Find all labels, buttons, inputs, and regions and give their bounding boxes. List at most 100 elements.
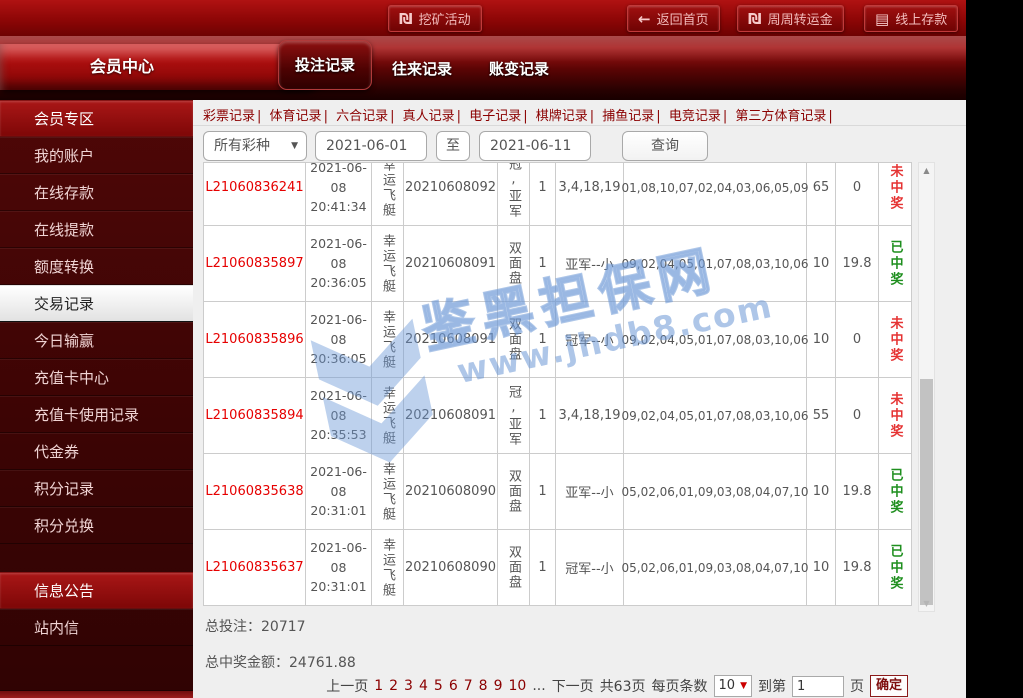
scroll-up-arrow[interactable]: ▲ [919,163,934,178]
separator: | [390,109,394,124]
order-id-link[interactable]: L21060836241 [203,162,306,226]
page-link-8[interactable]: 8 [479,678,488,694]
tab-bet-records[interactable]: 投注记录 [278,40,372,90]
per-page-label: 每页条数 [652,676,708,696]
sidebar-bottom-band [0,690,193,698]
bet-count: 1 [530,378,556,454]
order-id-link[interactable]: L21060835638 [203,454,306,530]
bet-count: 1 [530,454,556,530]
order-id-link[interactable]: L21060835896 [203,302,306,378]
goto-page-input[interactable] [792,676,844,697]
nav-live-records[interactable]: 真人记录 [403,109,455,124]
tab-transfer-records[interactable]: 往来记录 [392,58,452,79]
scrollbar-thumb[interactable] [920,379,933,605]
next-page-link[interactable]: 下一页 [552,676,594,696]
play-detail: 冠军--小 [556,530,624,606]
confirm-button[interactable]: 确定 [870,675,908,697]
sidebar-item-online-deposit[interactable]: 在线存款 [0,174,193,211]
table-scrollbar[interactable]: ▲ ▼ [918,162,935,612]
play-group: 双面盘 [504,545,523,590]
table-row: L21060836241 2021-06-08 20:41:34 幸运飞艇 20… [203,162,912,226]
bet-count: 1 [530,162,556,226]
page-link-10[interactable]: 10 [509,678,527,694]
nav-sports-records[interactable]: 体育记录 [270,109,322,124]
page-link-5[interactable]: 5 [434,678,443,694]
win-amount: 19.8 [836,226,879,302]
sidebar-item-today-winloss[interactable]: 今日输赢 [0,322,193,359]
scroll-down-arrow[interactable]: ▼ [919,596,934,611]
page-link-4[interactable]: 4 [419,678,428,694]
total-bet-value: 20717 [261,619,306,635]
online-deposit-label: 线上存款 [895,9,947,28]
lottery-type-select[interactable]: 所有彩种 ▼ [203,131,307,161]
table-row: L21060835897 2021-06-08 20:36:05 幸运飞艇 20… [203,226,912,302]
sidebar-item-recharge-card-center[interactable]: 充值卡中心 [0,359,193,396]
bet-amount: 55 [807,378,836,454]
bet-time: 2021-06-08 20:36:05 [306,226,372,302]
separator: | [590,109,594,124]
search-button[interactable]: 查询 [622,131,708,161]
date-to-input[interactable]: 2021-06-11 [479,131,591,161]
issue-number: 20210608090 [404,530,498,606]
page-link-7[interactable]: 7 [464,678,473,694]
page-link-3[interactable]: 3 [404,678,413,694]
sidebar-item-recharge-card-usage[interactable]: 充值卡使用记录 [0,396,193,433]
sidebar-item-quota-transfer[interactable]: 额度转换 [0,248,193,285]
play-detail: 亚军--小 [556,454,624,530]
content-area: 彩票记录| 体育记录| 六合记录| 真人记录| 电子记录| 棋牌记录| 捕鱼记录… [193,100,966,698]
issue-number: 20210608091 [404,378,498,454]
order-id-link[interactable]: L21060835894 [203,378,306,454]
separator: | [828,109,832,124]
sidebar-item-points-exchange[interactable]: 积分兑换 [0,507,193,544]
nav-mark6-records[interactable]: 六合记录 [336,109,388,124]
game-name: 幸运飞艇 [378,462,397,522]
sidebar-item-online-withdraw[interactable]: 在线提款 [0,211,193,248]
nav-fishing-records[interactable]: 捕鱼记录 [602,109,654,124]
table-row: L21060835896 2021-06-08 20:36:05 幸运飞艇 20… [203,302,912,378]
sidebar-item-site-mail[interactable]: 站内信 [0,609,193,646]
back-home-button[interactable]: ← 返回首页 [627,5,720,32]
weekly-bonus-button[interactable]: ₪ 周周转运金 [737,5,844,32]
sidebar-item-voucher[interactable]: 代金券 [0,433,193,470]
nav-slots-records[interactable]: 电子记录 [469,109,521,124]
nav-esports-records[interactable]: 电竞记录 [669,109,721,124]
page-unit-label: 页 [850,676,864,696]
per-page-select[interactable]: 10 ▼ [714,675,752,697]
goto-page-label: 到第 [758,676,786,696]
table-row: L21060835637 2021-06-08 20:31:01 幸运飞艇 20… [203,530,912,606]
separator: | [523,109,527,124]
status-badge: 已中奖 [886,240,905,288]
order-id-link[interactable]: L21060835897 [203,226,306,302]
status-badge: 未中奖 [886,164,905,212]
play-group: 冠,亚军 [504,162,523,219]
separator: | [457,109,461,124]
page-link-9[interactable]: 9 [494,678,503,694]
bet-time: 2021-06-08 20:36:05 [306,302,372,378]
sidebar-item-announcements[interactable]: 信息公告 [0,572,193,609]
bet-time: 2021-06-08 20:31:01 [306,454,372,530]
sidebar-item-points-records[interactable]: 积分记录 [0,470,193,507]
nav-boardgame-records[interactable]: 棋牌记录 [536,109,588,124]
nav-thirdparty-sports-records[interactable]: 第三方体育记录 [735,109,826,124]
prev-page-link[interactable]: 上一页 [326,676,368,696]
sidebar-item-my-account[interactable]: 我的账户 [0,137,193,174]
member-center-header: 会员中心 [0,44,325,90]
order-id-link[interactable]: L21060835637 [203,530,306,606]
nav-lottery-records[interactable]: 彩票记录 [203,109,255,124]
sidebar-item-member-zone[interactable]: 会员专区 [0,100,193,137]
win-amount: 0 [836,162,879,226]
sidebar-item-transaction-records[interactable]: 交易记录 [0,285,193,322]
page-link-2[interactable]: 2 [389,678,398,694]
play-group: 双面盘 [504,241,523,286]
mining-activity-button[interactable]: ₪ 挖矿活动 [388,5,482,32]
shekel-icon: ₪ [748,10,762,28]
page-link-6[interactable]: 6 [449,678,458,694]
back-arrow-icon: ← [638,10,651,28]
tab-account-change-records[interactable]: 账变记录 [489,58,549,79]
weekly-bonus-label: 周周转运金 [768,9,833,28]
online-deposit-button[interactable]: ▤ 线上存款 [864,5,958,32]
date-from-input[interactable]: 2021-06-01 [315,131,427,161]
page-link-1[interactable]: 1 [374,678,383,694]
page: ₪ 挖矿活动 ← 返回首页 ₪ 周周转运金 ▤ 线上存款 会员中心 投注记录 往… [0,0,966,698]
mining-activity-label: 挖矿活动 [419,9,471,28]
